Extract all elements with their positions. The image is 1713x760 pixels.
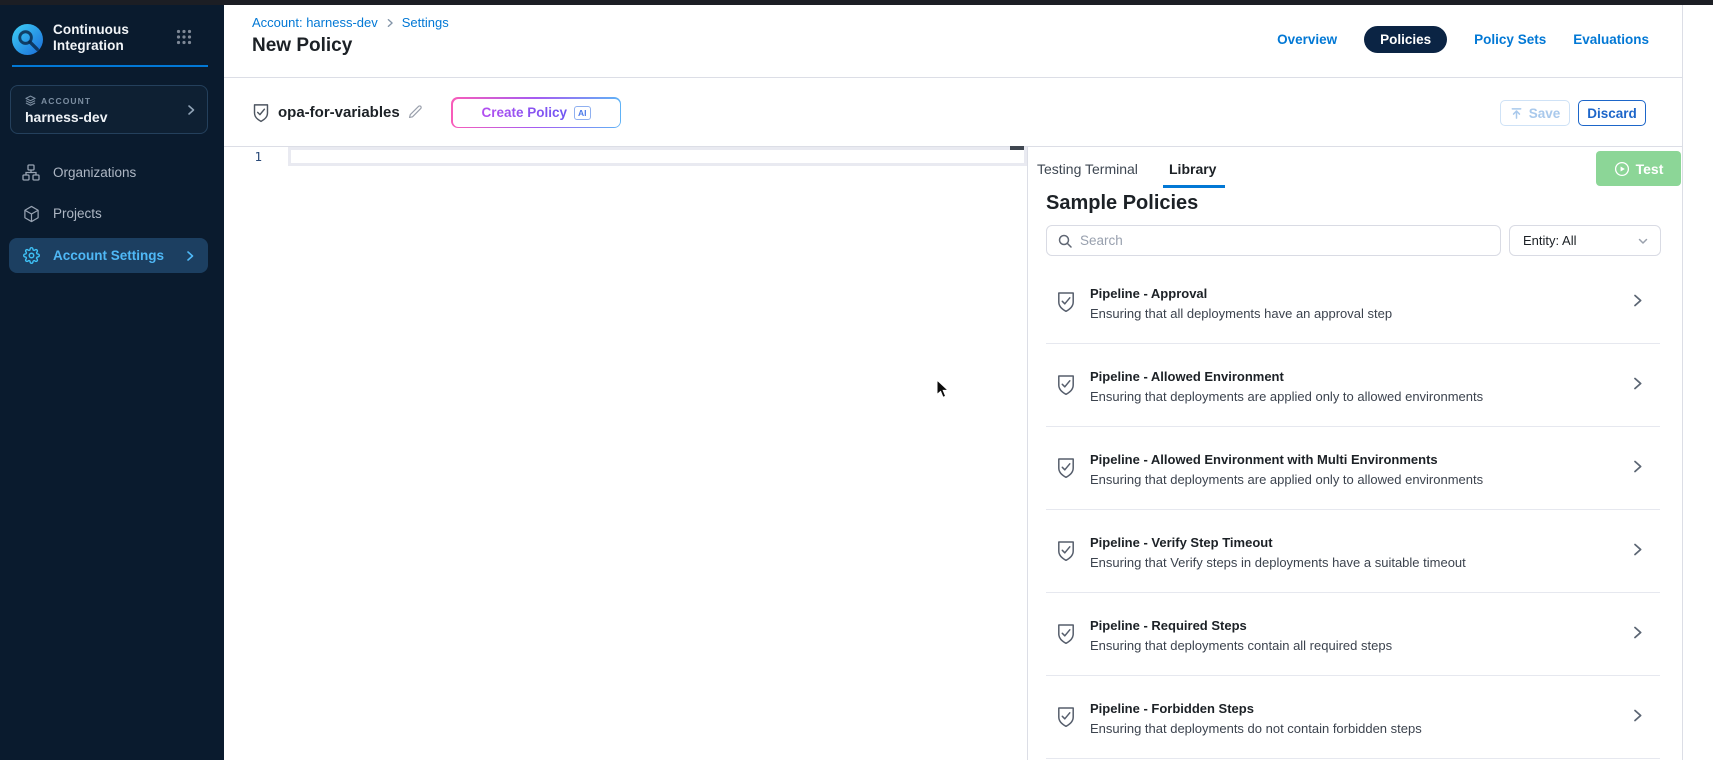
account-name: harness-dev [25, 109, 107, 125]
chevron-right-icon [1630, 625, 1645, 645]
policy-nav-tabs: Overview Policies Policy Sets Evaluation… [1277, 25, 1649, 53]
sidebar-item-organizations[interactable]: Organizations [9, 155, 208, 190]
policy-description: Ensuring that deployments do not contain… [1090, 721, 1422, 736]
policy-title: Pipeline - Forbidden Steps [1090, 701, 1254, 716]
policy-list-item[interactable]: Pipeline - Allowed Environment with Mult… [1046, 427, 1660, 510]
sidebar-accent-divider [12, 65, 208, 67]
chevron-right-icon [185, 103, 197, 121]
policy-title: Pipeline - Verify Step Timeout [1090, 535, 1273, 550]
policy-list-item[interactable]: Pipeline - Verify Step Timeout Ensuring … [1046, 510, 1660, 593]
policy-description: Ensuring that deployments are applied on… [1090, 472, 1483, 487]
policy-search [1046, 225, 1501, 256]
library-tab-underline [1163, 185, 1225, 188]
policy-description: Ensuring that deployments contain all re… [1090, 638, 1392, 653]
tab-library[interactable]: Library [1169, 161, 1216, 177]
search-input[interactable] [1080, 233, 1489, 248]
code-editor-line-1[interactable] [291, 150, 1024, 163]
policy-title: Pipeline - Allowed Environment [1090, 369, 1284, 384]
content-right-border [1682, 5, 1683, 760]
policy-shield-check-icon [1056, 706, 1076, 733]
harness-ci-logo [12, 24, 43, 55]
policy-description: Ensuring that all deployments have an ap… [1090, 306, 1392, 321]
policy-shield-check-icon [252, 103, 270, 128]
policy-name: opa-for-variables [278, 104, 400, 121]
policy-title: Pipeline - Approval [1090, 286, 1207, 301]
sidebar-item-label: Organizations [53, 165, 136, 180]
policy-description: Ensuring that Verify steps in deployment… [1090, 555, 1466, 570]
policy-list-item[interactable]: Pipeline - Allowed Environment Ensuring … [1046, 344, 1660, 427]
sidebar-item-account-settings[interactable]: Account Settings [9, 238, 208, 273]
create-policy-ai-button[interactable]: Create Policy AI [451, 97, 621, 128]
chevron-right-icon [1630, 708, 1645, 728]
organizations-icon [22, 164, 40, 181]
editor-line-number: 1 [238, 149, 262, 164]
chevron-right-icon [184, 250, 196, 262]
chevron-right-icon [1630, 376, 1645, 396]
policy-shield-check-icon [1056, 457, 1076, 484]
discard-button[interactable]: Discard [1578, 100, 1646, 126]
save-button[interactable]: Save [1500, 100, 1570, 126]
policy-list-item[interactable]: Pipeline - Approval Ensuring that all de… [1046, 261, 1660, 344]
breadcrumb-separator-icon [385, 18, 395, 28]
toolbar-actions: Save Discard [1500, 100, 1646, 126]
breadcrumb-account-link[interactable]: Account: harness-dev [252, 15, 378, 30]
header-divider [224, 77, 1682, 78]
chevron-right-icon [1630, 459, 1645, 479]
gear-icon [22, 247, 40, 264]
tab-policies[interactable]: Policies [1364, 26, 1447, 53]
search-icon [1058, 234, 1072, 248]
ai-badge: AI [574, 106, 591, 120]
window-chrome-strip [0, 0, 1713, 5]
policy-shield-check-icon [1056, 623, 1076, 650]
mouse-cursor [936, 379, 950, 404]
editor-ruler-marker [1010, 146, 1024, 150]
sidebar: Continuous Integration ACCOUNT harness-d… [0, 5, 224, 760]
policy-shield-check-icon [1056, 374, 1076, 401]
breadcrumb-settings-link[interactable]: Settings [402, 15, 449, 30]
policy-title: Pipeline - Allowed Environment with Mult… [1090, 452, 1438, 467]
policy-title: Pipeline - Required Steps [1090, 618, 1247, 633]
account-selector[interactable]: ACCOUNT harness-dev [10, 85, 208, 134]
page-title: New Policy [252, 35, 352, 57]
policy-list-item[interactable]: Pipeline - Forbidden Steps Ensuring that… [1046, 676, 1660, 759]
breadcrumb: Account: harness-dev Settings [252, 15, 449, 30]
editor-panel-divider [1027, 147, 1028, 760]
sidebar-item-projects[interactable]: Projects [9, 196, 208, 231]
tab-evaluations[interactable]: Evaluations [1573, 32, 1649, 47]
chevron-down-icon [1637, 235, 1649, 247]
entity-filter-value: Entity: All [1523, 233, 1576, 248]
test-button[interactable]: Test [1596, 151, 1681, 186]
policy-list-item[interactable]: Pipeline - Required Steps Ensuring that … [1046, 593, 1660, 676]
policy-description: Ensuring that deployments are applied on… [1090, 389, 1483, 404]
create-policy-label: Create Policy [481, 105, 567, 120]
upload-icon [1510, 107, 1523, 120]
chevron-right-icon [1630, 293, 1645, 313]
sample-policies-heading: Sample Policies [1046, 192, 1198, 215]
sidebar-item-label: Projects [53, 206, 102, 221]
play-circle-icon [1614, 161, 1630, 177]
app-switcher-grid-icon[interactable] [176, 29, 192, 45]
app-root: Continuous Integration ACCOUNT harness-d… [0, 0, 1713, 760]
account-label: ACCOUNT [41, 96, 91, 106]
tab-testing-terminal[interactable]: Testing Terminal [1037, 161, 1138, 177]
tab-overview[interactable]: Overview [1277, 32, 1337, 47]
sidebar-item-label: Account Settings [53, 248, 164, 263]
policy-shield-check-icon [1056, 540, 1076, 567]
edit-pencil-icon[interactable] [407, 103, 424, 125]
policy-shield-check-icon [1056, 291, 1076, 318]
chevron-right-icon [1630, 542, 1645, 562]
tab-policy-sets[interactable]: Policy Sets [1474, 32, 1546, 47]
product-title: Continuous Integration [53, 22, 129, 54]
projects-cube-icon [22, 205, 40, 223]
account-layers-icon [25, 95, 36, 106]
entity-filter-dropdown[interactable]: Entity: All [1509, 225, 1661, 256]
